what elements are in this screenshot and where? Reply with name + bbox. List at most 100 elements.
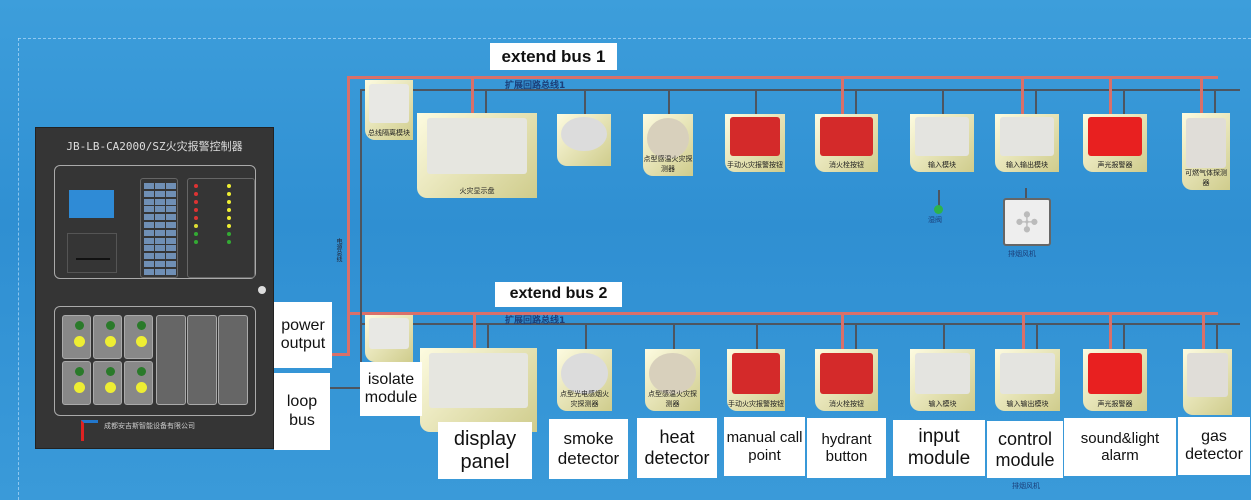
- dashed-border-left: [18, 38, 19, 500]
- bottom-heat-device[interactable]: 点型感温火灾探测器: [645, 349, 700, 411]
- keypad-key[interactable]: [144, 222, 154, 228]
- keypad-key[interactable]: [155, 253, 165, 260]
- keypad-key[interactable]: [166, 198, 176, 205]
- hydrant-power-drop: [840, 312, 844, 349]
- keypad-key[interactable]: [155, 190, 165, 197]
- indicator-led: [227, 216, 231, 220]
- gas-cn-label: 可燃气体探测器: [1185, 169, 1227, 187]
- top-smoke-device[interactable]: [557, 114, 611, 166]
- bottom-control-device[interactable]: 输入输出模块: [995, 349, 1060, 411]
- keypad-key[interactable]: [144, 261, 154, 267]
- bottom-display-device[interactable]: [420, 348, 537, 432]
- controller-lcd: [69, 190, 114, 218]
- keypad-key[interactable]: [155, 183, 165, 189]
- controller-keypad[interactable]: [140, 178, 178, 278]
- bottom-manual-device[interactable]: 手动火灾报警按钮: [727, 349, 785, 411]
- isolate-cn-label: 总线隔离模块: [368, 129, 410, 137]
- keypad-key[interactable]: [144, 229, 154, 236]
- keypad-key[interactable]: [166, 229, 176, 236]
- keypad-key[interactable]: [144, 214, 154, 221]
- sound-icon: [1088, 117, 1142, 156]
- manual-signal-drop: [756, 323, 758, 349]
- top-hydrant-device[interactable]: 消火栓按钮: [815, 114, 878, 172]
- keypad-key[interactable]: [144, 183, 154, 189]
- input-signal-drop: [942, 89, 944, 114]
- bottom-gas-device[interactable]: [1183, 349, 1232, 415]
- hydrant-cn-label: 消火栓按钮: [829, 161, 864, 169]
- manual-signal-drop: [755, 89, 757, 114]
- keypad-key[interactable]: [155, 245, 165, 252]
- manual-en-label: manual call point: [724, 417, 805, 476]
- top-gas-device[interactable]: 可燃气体探测器: [1182, 113, 1230, 190]
- relay-card: [187, 315, 217, 405]
- heat-signal-drop: [668, 89, 670, 114]
- keypad-key[interactable]: [155, 222, 165, 228]
- loop-bus-riser: [360, 89, 362, 389]
- control-power-drop: [1021, 76, 1024, 114]
- top-isolate-device[interactable]: 总线隔离模块: [365, 80, 413, 140]
- keypad-key[interactable]: [166, 245, 176, 252]
- keypad-key[interactable]: [155, 206, 165, 213]
- power-output-line: [332, 353, 350, 356]
- keypad-key[interactable]: [155, 268, 165, 275]
- keypad-key[interactable]: [166, 268, 176, 275]
- top-input-device[interactable]: 输入模块: [910, 114, 974, 172]
- control-en-label: control module: [987, 421, 1063, 478]
- gas-signal-drop: [1214, 89, 1216, 113]
- keypad-key[interactable]: [155, 229, 165, 236]
- keypad-key[interactable]: [144, 253, 154, 260]
- keypad-key[interactable]: [144, 206, 154, 213]
- loop-card: [93, 315, 122, 359]
- hydrant-icon: [820, 117, 873, 156]
- top-manual-device[interactable]: 手动火灾报警按钮: [725, 114, 785, 172]
- keypad-key[interactable]: [144, 198, 154, 205]
- sound-en-label: sound&light alarm: [1064, 418, 1176, 476]
- bottom-input-device[interactable]: 输入模块: [910, 349, 975, 411]
- keypad-key[interactable]: [166, 237, 176, 244]
- top-control-device[interactable]: 输入输出模块: [995, 114, 1059, 172]
- indicator-led: [227, 200, 231, 204]
- indicator-led: [194, 192, 198, 196]
- gas-power-drop: [1201, 312, 1205, 349]
- manual-cn-label: 手动火灾报警按钮: [727, 161, 783, 169]
- keypad-key[interactable]: [155, 237, 165, 244]
- keypad-key[interactable]: [144, 237, 154, 244]
- top-display-device[interactable]: 火灾显示盘: [417, 113, 537, 198]
- indicator-led: [194, 200, 198, 204]
- signal-bus-1: [360, 89, 1240, 91]
- keypad-key[interactable]: [166, 253, 176, 260]
- indicator-led: [227, 184, 231, 188]
- keypad-key[interactable]: [144, 245, 154, 252]
- display-power-drop: [472, 312, 476, 348]
- keypad-key[interactable]: [144, 268, 154, 275]
- bottom-isolate-device[interactable]: [365, 315, 413, 362]
- keypad-key[interactable]: [166, 222, 176, 228]
- top-sound-device[interactable]: 声光报警器: [1083, 114, 1147, 172]
- bottom-sound-device[interactable]: 声光报警器: [1083, 349, 1147, 411]
- top-heat-device[interactable]: 点型感温火灾探测器: [643, 114, 693, 176]
- smoke-icon: [561, 117, 607, 152]
- indicator-led: [194, 184, 198, 188]
- bottom-smoke-device[interactable]: 点型光电感烟火灾探测器: [557, 349, 612, 411]
- bottom-hydrant-device[interactable]: 消火栓按钮: [815, 349, 878, 411]
- gas-en-label: gas detector: [1178, 417, 1250, 475]
- keypad-key[interactable]: [166, 206, 176, 213]
- keypad-key[interactable]: [155, 198, 165, 205]
- keypad-key[interactable]: [166, 214, 176, 221]
- keypad-key[interactable]: [166, 183, 176, 189]
- keypad-key[interactable]: [166, 261, 176, 267]
- fan-label-bottom: 排烟风机: [1012, 482, 1040, 490]
- valve-label: 湿阀: [928, 216, 942, 224]
- keypad-key[interactable]: [155, 261, 165, 267]
- heat-signal-drop: [672, 323, 675, 349]
- keypad-key[interactable]: [155, 214, 165, 221]
- company-name: 成都安吉斯智能设备有限公司: [104, 422, 195, 430]
- display-cn-label: 火灾显示盘: [459, 187, 495, 195]
- input-en-label: input module: [893, 420, 985, 476]
- fire-alarm-controller: JB-LB-CA2000/SZ火灾报警控制器 成都安吉斯智能设备有限公司: [35, 127, 274, 449]
- loop-card: [124, 361, 153, 405]
- controller-title: JB-LB-CA2000/SZ火灾报警控制器: [66, 140, 243, 153]
- power-output-label: power output: [274, 302, 332, 368]
- keypad-key[interactable]: [144, 190, 154, 197]
- keypad-key[interactable]: [166, 190, 176, 197]
